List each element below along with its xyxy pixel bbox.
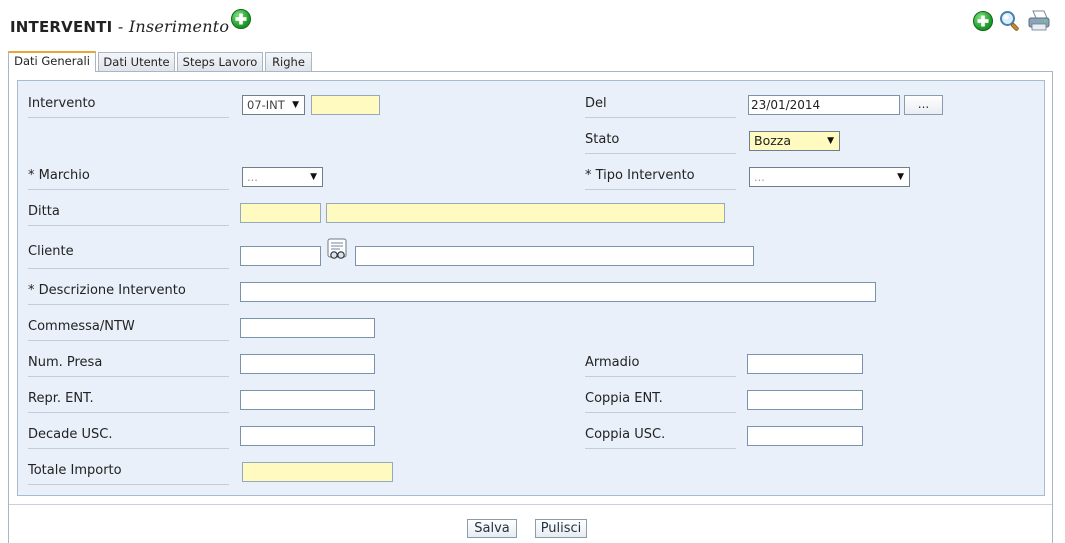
coppia-ent-label: Coppia ENT. [585,391,663,406]
page-title: INTERVENTI - Inserimento [10,17,230,36]
search-icon[interactable] [998,9,1022,33]
cliente-label: Cliente [28,244,74,259]
tipo-intervento-label: * Tipo Intervento [585,168,695,183]
chevron-down-icon: ▼ [292,100,299,110]
coppia-ent-input[interactable] [747,390,863,410]
divider [585,448,736,449]
marchio-label: * Marchio [28,168,90,183]
divider [585,412,736,413]
tab-righe[interactable]: Righe [265,52,312,71]
intervento-label: Intervento [28,96,96,111]
repr-ent-label: Repr. ENT. [28,391,94,406]
date-picker-button[interactable]: ... [904,95,943,115]
armadio-label: Armadio [585,355,640,370]
chevron-down-icon: ▼ [827,136,834,146]
num-presa-input[interactable] [240,354,375,374]
divider [585,376,736,377]
stato-select[interactable]: Bozza ▼ [749,131,840,151]
del-label: Del [585,96,607,111]
totale-importo-label: Totale Importo [28,463,122,478]
coppia-usc-label: Coppia USC. [585,427,666,442]
decade-usc-input[interactable] [240,426,375,446]
lookup-icon[interactable] [326,238,350,262]
num-presa-label: Num. Presa [28,355,103,370]
tab-dati-generali[interactable]: Dati Generali [8,51,96,72]
del-date-input[interactable]: 23/01/2014 [748,95,900,115]
armadio-input[interactable] [747,354,863,374]
repr-ent-input[interactable] [240,390,375,410]
divider [28,225,229,226]
marchio-select[interactable]: ... ▼ [242,167,323,187]
divider [28,484,229,485]
clear-button[interactable]: Pulisci [535,519,587,538]
coppia-usc-input[interactable] [747,426,863,446]
divider [28,189,229,190]
divider [28,268,229,269]
divider [585,189,736,190]
ditta-name-input[interactable] [326,203,725,223]
cliente-name-input[interactable] [355,246,754,266]
divider [585,153,736,154]
tab-dati-utente[interactable]: Dati Utente [98,52,175,71]
divider [585,117,736,118]
divider [9,504,1052,505]
descrizione-label: * Descrizione Intervento [28,283,186,298]
intervento-number-input[interactable] [311,95,380,115]
decade-usc-label: Decade USC. [28,427,113,442]
divider [28,412,229,413]
cliente-code-input[interactable] [240,246,321,266]
divider [28,117,229,118]
commessa-label: Commessa/NTW [28,319,135,334]
add-icon[interactable] [231,9,251,29]
chevron-down-icon: ▼ [897,172,904,182]
divider [28,448,229,449]
descrizione-input[interactable] [240,282,876,302]
save-button[interactable]: Salva [467,519,517,538]
commessa-input[interactable] [240,318,375,338]
stato-label: Stato [585,132,620,147]
intervento-prefix-select[interactable]: 07-INT ▼ [242,95,305,115]
totale-importo-input[interactable] [242,462,393,482]
divider [28,376,229,377]
tipo-intervento-select[interactable]: ... ▼ [749,167,910,187]
divider [28,340,229,341]
add-icon[interactable] [973,11,993,31]
tab-steps-lavoro[interactable]: Steps Lavoro [177,52,263,71]
print-icon[interactable] [1026,9,1052,33]
ditta-label: Ditta [28,204,60,219]
divider [28,304,229,305]
ditta-code-input[interactable] [240,203,321,223]
chevron-down-icon: ▼ [310,172,317,182]
